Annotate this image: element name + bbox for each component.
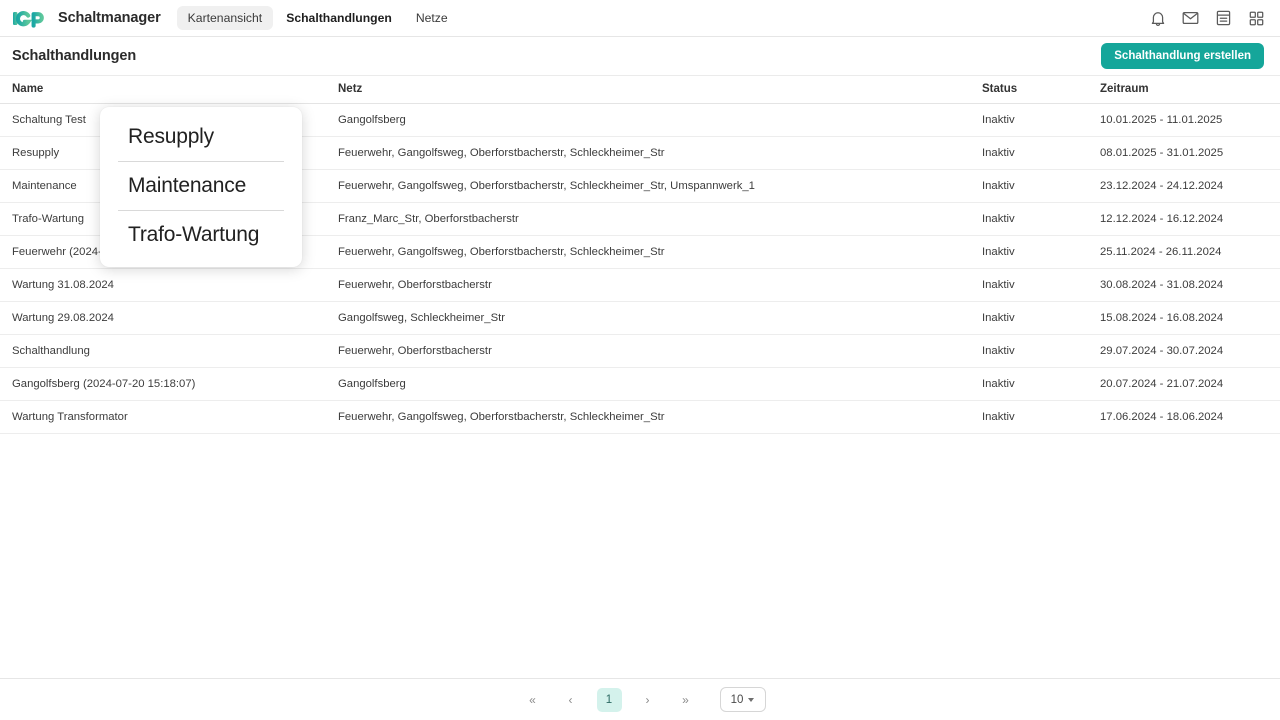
pagination-prev-button[interactable]: ‹ — [559, 688, 583, 712]
cell-name: Schalthandlung — [0, 334, 326, 368]
table-header-row: Name Netz Status Zeitraum — [0, 75, 1280, 104]
cell-zeitraum: 10.01.2025 - 11.01.2025 — [1088, 103, 1280, 137]
nav-tab-netze[interactable]: Netze — [405, 6, 459, 30]
cell-name: Wartung 31.08.2024 — [0, 268, 326, 302]
bell-icon[interactable] — [1148, 9, 1167, 28]
popup-item-trafo-wartung[interactable]: Trafo-Wartung — [100, 211, 302, 259]
cell-status: Inaktiv — [970, 103, 1088, 137]
cell-zeitraum: 23.12.2024 - 24.12.2024 — [1088, 169, 1280, 203]
table-row[interactable]: Schalthandlung Feuerwehr, Oberforstbacher… — [0, 334, 1280, 368]
document-icon[interactable] — [1214, 9, 1233, 28]
cell-netz: Feuerwehr, Oberforstbacherstr — [326, 268, 970, 302]
cell-zeitraum: 25.11.2024 - 26.11.2024 — [1088, 235, 1280, 269]
nav-tab-kartenansicht[interactable]: Kartenansicht — [176, 6, 274, 30]
cell-netz: Gangolfsweg, Schleckheimer_Str — [326, 301, 970, 335]
top-navigation-bar: Schaltmanager Kartenansicht Schalthandlu… — [0, 0, 1280, 37]
app-title: Schaltmanager — [58, 10, 161, 26]
popup-item-resupply[interactable]: Resupply — [100, 113, 302, 161]
page-title: Schalthandlungen — [12, 48, 137, 64]
cell-zeitraum: 17.06.2024 - 18.06.2024 — [1088, 400, 1280, 434]
cell-netz: Feuerwehr, Gangolfsweg, Oberforstbachers… — [326, 235, 970, 269]
igp-logo[interactable] — [12, 7, 46, 29]
main-nav-tabs: Kartenansicht Schalthandlungen Netze — [176, 6, 459, 30]
cell-netz: Feuerwehr, Gangolfsweg, Oberforstbachers… — [326, 169, 970, 203]
page-size-select[interactable]: 10 — [719, 687, 766, 712]
cell-name: Wartung 29.08.2024 — [0, 301, 326, 335]
column-header-zeitraum[interactable]: Zeitraum — [1088, 75, 1280, 104]
cell-status: Inaktiv — [970, 400, 1088, 434]
pagination-last-button[interactable]: » — [674, 688, 698, 712]
pagination-first-button[interactable]: « — [521, 688, 545, 712]
cell-status: Inaktiv — [970, 268, 1088, 302]
table-row[interactable]: Wartung 31.08.2024 Feuerwehr, Oberforstba… — [0, 268, 1280, 302]
context-popup-menu[interactable]: Resupply Maintenance Trafo-Wartung — [100, 107, 302, 267]
cell-status: Inaktiv — [970, 301, 1088, 335]
apps-grid-icon[interactable] — [1247, 9, 1266, 28]
cell-status: Inaktiv — [970, 136, 1088, 170]
cell-netz: Gangolfsberg — [326, 103, 970, 137]
cell-status: Inaktiv — [970, 235, 1088, 269]
cell-netz: Feuerwehr, Gangolfsweg, Oberforstbachers… — [326, 400, 970, 434]
top-right-icon-group — [1148, 9, 1266, 28]
column-header-netz[interactable]: Netz — [326, 75, 970, 104]
cell-name: Gangolfsberg (2024-07-20 15:18:07) — [0, 367, 326, 401]
table-row[interactable]: Gangolfsberg (2024-07-20 15:18:07) Gangol… — [0, 367, 1280, 401]
column-header-name[interactable]: Name — [0, 75, 326, 104]
cell-zeitraum: 30.08.2024 - 31.08.2024 — [1088, 268, 1280, 302]
cell-zeitraum: 12.12.2024 - 16.12.2024 — [1088, 202, 1280, 236]
cell-name: Wartung Transformator — [0, 400, 326, 434]
pagination-next-button[interactable]: › — [636, 688, 660, 712]
pagination-page-1-button[interactable]: 1 — [596, 687, 622, 712]
cell-netz: Franz_Marc_Str, Oberforstbacherstr — [326, 202, 970, 236]
cell-status: Inaktiv — [970, 202, 1088, 236]
cell-status: Inaktiv — [970, 367, 1088, 401]
chevron-down-icon — [748, 697, 755, 702]
cell-zeitraum: 29.07.2024 - 30.07.2024 — [1088, 334, 1280, 368]
cell-zeitraum: 15.08.2024 - 16.08.2024 — [1088, 301, 1280, 335]
cell-status: Inaktiv — [970, 169, 1088, 203]
column-header-status[interactable]: Status — [970, 75, 1088, 104]
mail-icon[interactable] — [1181, 9, 1200, 28]
nav-tab-schalthandlungen[interactable]: Schalthandlungen — [275, 6, 403, 30]
page-size-value: 10 — [730, 693, 744, 706]
table-row[interactable]: Wartung 29.08.2024 Gangolfsweg, Schleckhe… — [0, 301, 1280, 335]
popup-item-maintenance[interactable]: Maintenance — [100, 162, 302, 210]
pagination-footer: « ‹ 1 › » 10 — [0, 678, 1280, 720]
cell-status: Inaktiv — [970, 334, 1088, 368]
cell-zeitraum: 20.07.2024 - 21.07.2024 — [1088, 367, 1280, 401]
page-header: Schalthandlungen Schalthandlung erstelle… — [0, 37, 1280, 75]
table-row[interactable]: Wartung Transformator Feuerwehr, Gangolfs… — [0, 400, 1280, 434]
table-header: Name Netz Status Zeitraum — [0, 75, 1280, 104]
cell-netz: Gangolfsberg — [326, 367, 970, 401]
schalthandlungen-table-container: Name Netz Status Zeitraum Schaltung Test… — [0, 75, 1280, 434]
cell-netz: Feuerwehr, Gangolfsweg, Oberforstbachers… — [326, 136, 970, 170]
create-schalthandlung-button[interactable]: Schalthandlung erstellen — [1101, 43, 1264, 69]
cell-netz: Feuerwehr, Oberforstbacherstr — [326, 334, 970, 368]
cell-zeitraum: 08.01.2025 - 31.01.2025 — [1088, 136, 1280, 170]
